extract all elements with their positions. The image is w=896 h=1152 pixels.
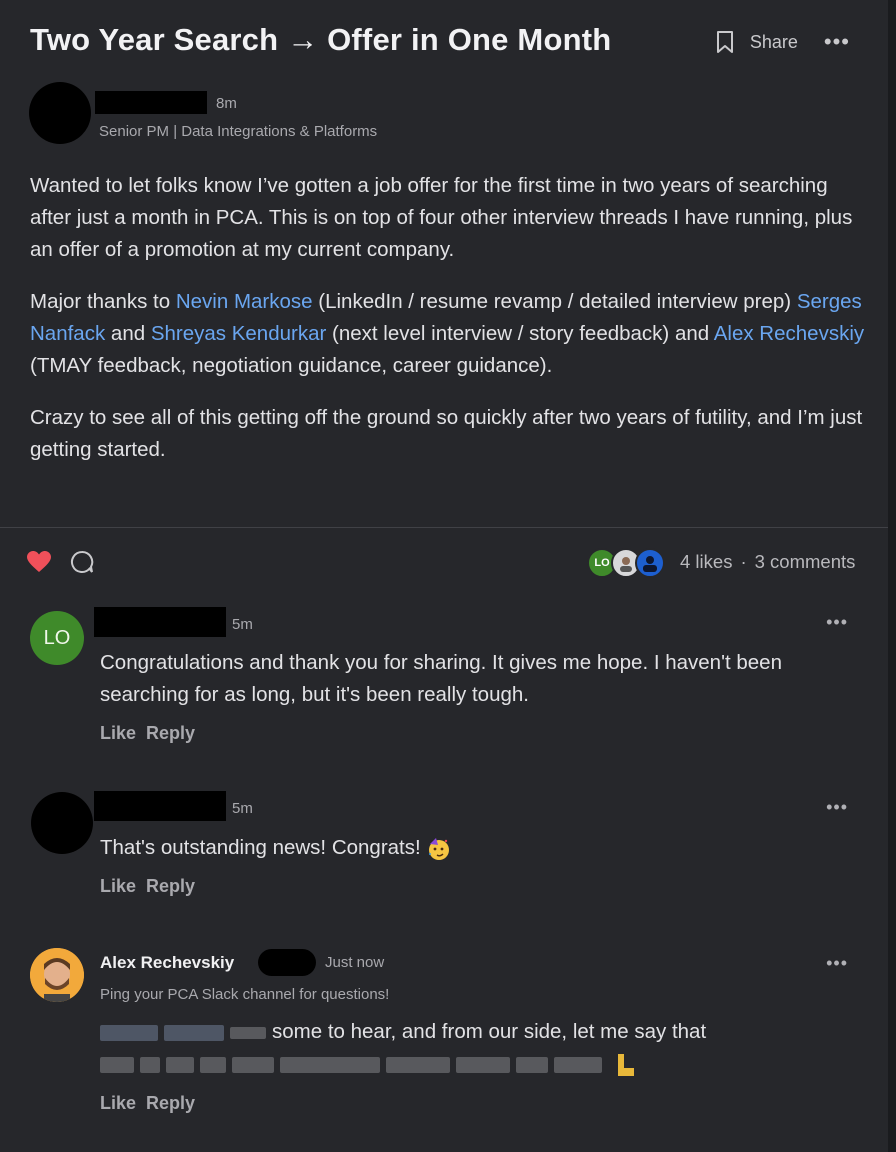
blurred-text: [230, 1026, 266, 1039]
person-photo-icon: [30, 948, 84, 1002]
mention-link[interactable]: Shreyas Kendurkar: [151, 322, 326, 345]
heart-icon[interactable]: [26, 550, 52, 574]
person-icon: [620, 557, 632, 572]
commenter-avatar[interactable]: [30, 948, 84, 1002]
liker-avatar: [635, 548, 665, 578]
post-paragraph: Major thanks to Nevin Markose (LinkedIn …: [30, 290, 865, 377]
reply-button[interactable]: Reply: [146, 1093, 195, 1113]
person-icon: [643, 556, 657, 572]
flexed-arm-emoji: [617, 1053, 634, 1076]
share-button[interactable]: Share: [750, 32, 798, 53]
comment-icon[interactable]: [70, 550, 94, 574]
blurred-text: [164, 1024, 224, 1041]
comment-more-icon[interactable]: •••: [826, 797, 848, 818]
commenter-name[interactable]: Alex Rechevskiy: [100, 953, 234, 973]
mention-link[interactable]: Nevin Markose: [176, 290, 313, 313]
redacted-commenter-name: [94, 607, 226, 637]
commenter-avatar[interactable]: [31, 792, 93, 854]
redacted-badge: [258, 949, 316, 976]
redacted-author-name: [95, 91, 207, 114]
blurred-text: [100, 1024, 158, 1041]
comment-timestamp: Just now: [325, 954, 385, 971]
post-paragraph: Crazy to see all of this getting off the…: [30, 406, 863, 461]
likes-count[interactable]: 4 likes: [680, 551, 732, 572]
comment-text: some to hear, and from our side, let me …: [100, 1016, 820, 1048]
post-card: Two Year Search → Offer in One Month Sha…: [0, 0, 896, 1152]
author-avatar[interactable]: [29, 82, 91, 144]
bookmark-icon[interactable]: [716, 30, 734, 54]
party-face-emoji: [429, 837, 450, 860]
comment-text: That's outstanding news! Congrats!: [100, 832, 820, 864]
comment-timestamp: 5m: [232, 616, 253, 633]
comment-text: Congratulations and thank you for sharin…: [100, 651, 782, 706]
comment-timestamp: 5m: [232, 800, 253, 817]
comment-more-icon[interactable]: •••: [826, 612, 848, 633]
comment-actions: Like Reply: [100, 876, 205, 897]
post-timestamp: 8m: [216, 95, 237, 112]
header-actions: Share •••: [716, 30, 850, 54]
post-paragraph: Wanted to let folks know I’ve gotten a j…: [30, 174, 853, 261]
comment-actions: Like Reply: [100, 723, 205, 744]
engagement-counts: 4 likes · 3 comments: [680, 551, 856, 572]
like-button[interactable]: Like: [100, 1093, 136, 1113]
commenter-avatar[interactable]: LO: [30, 611, 84, 665]
like-button[interactable]: Like: [100, 723, 136, 743]
blurred-line: [100, 1048, 820, 1080]
divider: [0, 527, 888, 528]
comment-more-icon[interactable]: •••: [826, 953, 848, 974]
more-icon[interactable]: •••: [824, 31, 850, 53]
mention-link[interactable]: Alex Rechevskiy: [714, 322, 864, 345]
reply-button[interactable]: Reply: [146, 876, 195, 896]
commenter-subtitle: Ping your PCA Slack channel for question…: [100, 986, 390, 1003]
likers-avatars[interactable]: LO: [587, 548, 665, 578]
reply-button[interactable]: Reply: [146, 723, 195, 743]
comment-actions: Like Reply: [100, 1093, 205, 1114]
post-title: Two Year Search → Offer in One Month: [30, 22, 612, 57]
comments-count[interactable]: 3 comments: [755, 551, 856, 572]
redacted-commenter-name: [94, 791, 226, 821]
author-subtitle: Senior PM | Data Integrations & Platform…: [99, 123, 378, 140]
like-button[interactable]: Like: [100, 876, 136, 896]
post-body: Wanted to let folks know I’ve gotten a j…: [30, 170, 870, 486]
